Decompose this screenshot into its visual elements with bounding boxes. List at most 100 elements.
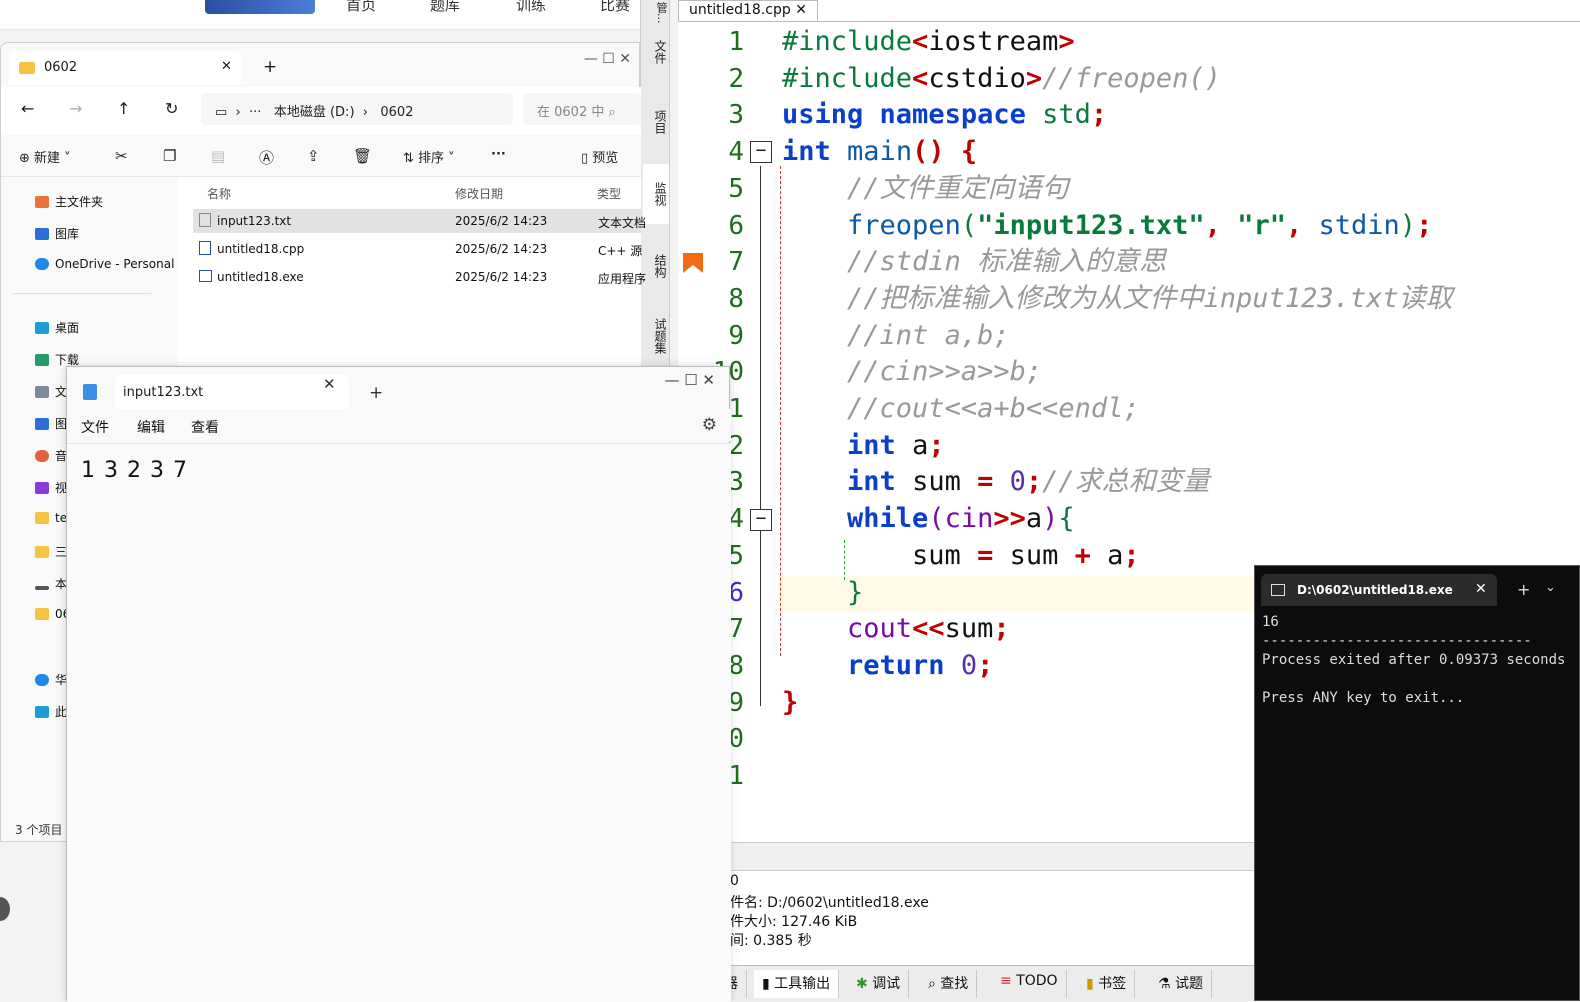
nav-home[interactable]: 首页 [346,0,376,15]
side-tab-structure[interactable]: 结构 [643,236,669,296]
nav-item-onedrive[interactable]: OneDrive - Personal [35,257,174,271]
line-number: 6 [728,210,744,241]
side-tab-watch[interactable]: 监视 [643,164,669,224]
code-line: //文件重定向语句 [847,172,1069,204]
nav-item-folder[interactable]: 06 [35,607,70,621]
nav-item-folder[interactable]: 三 [35,543,67,560]
tab-find[interactable]: ⌕ 查找 [920,970,978,998]
console-line: Press ANY key to exit... [1262,690,1465,706]
nav-item-pictures[interactable]: 图 [35,415,67,432]
more-button[interactable]: ··· [491,147,506,162]
new-button[interactable]: ⊕ 新建 ˅ [19,147,71,166]
site-logo[interactable] [205,0,315,14]
side-tab-project[interactable]: 项目 [643,92,669,152]
menu-file[interactable]: 文件 [81,417,109,437]
console-new-tab-icon[interactable]: + [1517,580,1530,599]
preview-button[interactable]: ▯ 预览 [581,147,618,166]
explorer-new-tab-icon[interactable]: + [263,57,277,77]
file-row[interactable]: untitled18.cpp 2025/6/2 14:23 C++ 源 [193,237,642,261]
nav-problems[interactable]: 题库 [430,0,460,15]
explorer-window-controls[interactable]: — ☐ ✕ [584,51,631,67]
forward-icon[interactable]: → [69,99,82,118]
gear-icon[interactable]: ⚙ [702,415,717,435]
nav-item-desktop[interactable]: 桌面 [35,319,79,336]
nav-item-videos[interactable]: 视 [35,479,67,496]
breadcrumb-folder[interactable]: 0602 [380,105,413,120]
nav-training[interactable]: 训练 [516,0,546,15]
nav-item-huawei[interactable]: 华 [35,671,67,688]
code-line: } [782,686,799,718]
nav-item-drive[interactable]: 本 [35,575,67,592]
nav-item-this-pc[interactable]: 此 [35,703,67,720]
notepad-tab-title: input123.txt [123,385,204,400]
delete-icon[interactable]: 🗑 [353,147,372,165]
bug-icon: ✱ [856,976,873,992]
book-icon: ▮ [1086,976,1099,992]
tab-debug[interactable]: ✱ 调试 [848,970,910,998]
notepad-text-area[interactable]: 1 3 2 3 7 [67,443,731,1002]
bottom-panel-tabs: 器 ▮ 工具输出 ✱ 调试 ⌕ 查找 ≡ TODO ▮ 书签 ⚗ 试题 [678,965,1258,1001]
home-icon [35,196,49,208]
file-row[interactable]: input123.txt 2025/6/2 14:23 文本文档 [193,209,646,233]
document-icon [35,386,49,398]
tab-todo[interactable]: ≡ TODO [992,970,1067,998]
column-header-date[interactable]: 修改日期 [455,185,503,202]
output-line: 件名: D:/0602\untitled18.exe [730,895,929,911]
paste-icon[interactable]: ▤ [211,147,225,165]
explorer-tab[interactable]: 0602 ✕ [9,51,241,85]
tab-tool-output[interactable]: ▮ 工具输出 [754,970,840,998]
tab-problems[interactable]: ⚗ 试题 [1150,970,1213,998]
file-row[interactable]: untitled18.exe 2025/6/2 14:23 应用程序 [193,265,646,289]
explorer-tab-close-icon[interactable]: ✕ [221,59,232,74]
column-header-name[interactable]: 名称 [207,185,231,202]
code-line: #include<iostream> [782,26,1075,57]
nav-item-documents[interactable]: 文 [35,383,67,400]
side-tab-problem-set[interactable]: 试题集 [643,306,669,366]
up-icon[interactable]: ↑ [117,99,130,118]
cut-icon[interactable]: ✂ [115,147,128,165]
nav-item-music[interactable]: 音 [35,447,67,464]
search-input[interactable]: 在 0602 中 ⌕ [523,93,641,125]
breadcrumb-drive[interactable]: 本地磁盘 (D:) [274,105,355,120]
fold-toggle-icon[interactable]: − [750,141,772,163]
gallery-icon [35,228,49,240]
bookmark-flag-icon[interactable] [683,253,703,273]
editor-tab-close-icon[interactable]: ✕ [795,2,807,18]
back-icon[interactable]: ← [21,99,34,118]
fold-toggle-icon[interactable]: − [750,509,772,531]
browser-top-strip: 首页 题库 训练 比赛 [0,0,640,30]
console-dropdown-icon[interactable]: ⌄ [1545,580,1556,595]
download-icon [35,354,49,366]
column-header-type[interactable]: 类型 [597,185,621,202]
nav-item-home[interactable]: 主文件夹 [35,193,103,210]
breadcrumb-more[interactable]: ··· [249,105,261,120]
notepad-window-controls[interactable]: — ☐ ✕ [664,371,715,389]
menu-edit[interactable]: 编辑 [137,417,165,437]
console-tab[interactable]: D:\0602\untitled18.exe ✕ [1261,574,1497,606]
side-tab-manage[interactable]: 管... [643,0,669,24]
notepad-new-tab-icon[interactable]: + [369,383,383,403]
console-window[interactable]: D:\0602\untitled18.exe ✕ + ⌄ 16 --------… [1254,565,1580,1001]
editor-tab[interactable]: untitled18.cpp ✕ [678,0,818,22]
address-input[interactable]: ▭ › ··· 本地磁盘 (D:) › 0602 [201,93,513,125]
nav-item-folder[interactable]: te [35,511,67,525]
nav-contest[interactable]: 比赛 [600,0,630,15]
refresh-icon[interactable]: ↻ [165,99,178,118]
notepad-tab-close-icon[interactable]: ✕ [323,375,336,393]
rename-icon[interactable]: Ⓐ [259,147,274,168]
desktop-edge-widget[interactable] [0,897,10,921]
line-number: 1 [728,27,744,57]
tab-bookmarks[interactable]: ▮ 书签 [1078,970,1136,998]
compile-output-panel: 0 件名: D:/0602\untitled18.exe 件大小: 127.46… [678,870,1258,965]
copy-icon[interactable]: ❐ [163,147,176,165]
share-icon[interactable]: ⇪ [307,147,320,165]
side-tab-files[interactable]: 文件 [643,22,669,82]
nav-item-gallery[interactable]: 图库 [35,225,79,242]
menu-view[interactable]: 查看 [191,417,219,437]
search-icon: ⌕ [928,976,941,992]
notepad-tab[interactable]: input123.txt [115,375,349,409]
chart-icon: ▮ [762,976,775,992]
sort-button[interactable]: ⇅ 排序 ˅ [403,147,455,166]
code-line: sum = sum + a; [782,539,1140,571]
console-close-icon[interactable]: ✕ [1475,581,1487,597]
